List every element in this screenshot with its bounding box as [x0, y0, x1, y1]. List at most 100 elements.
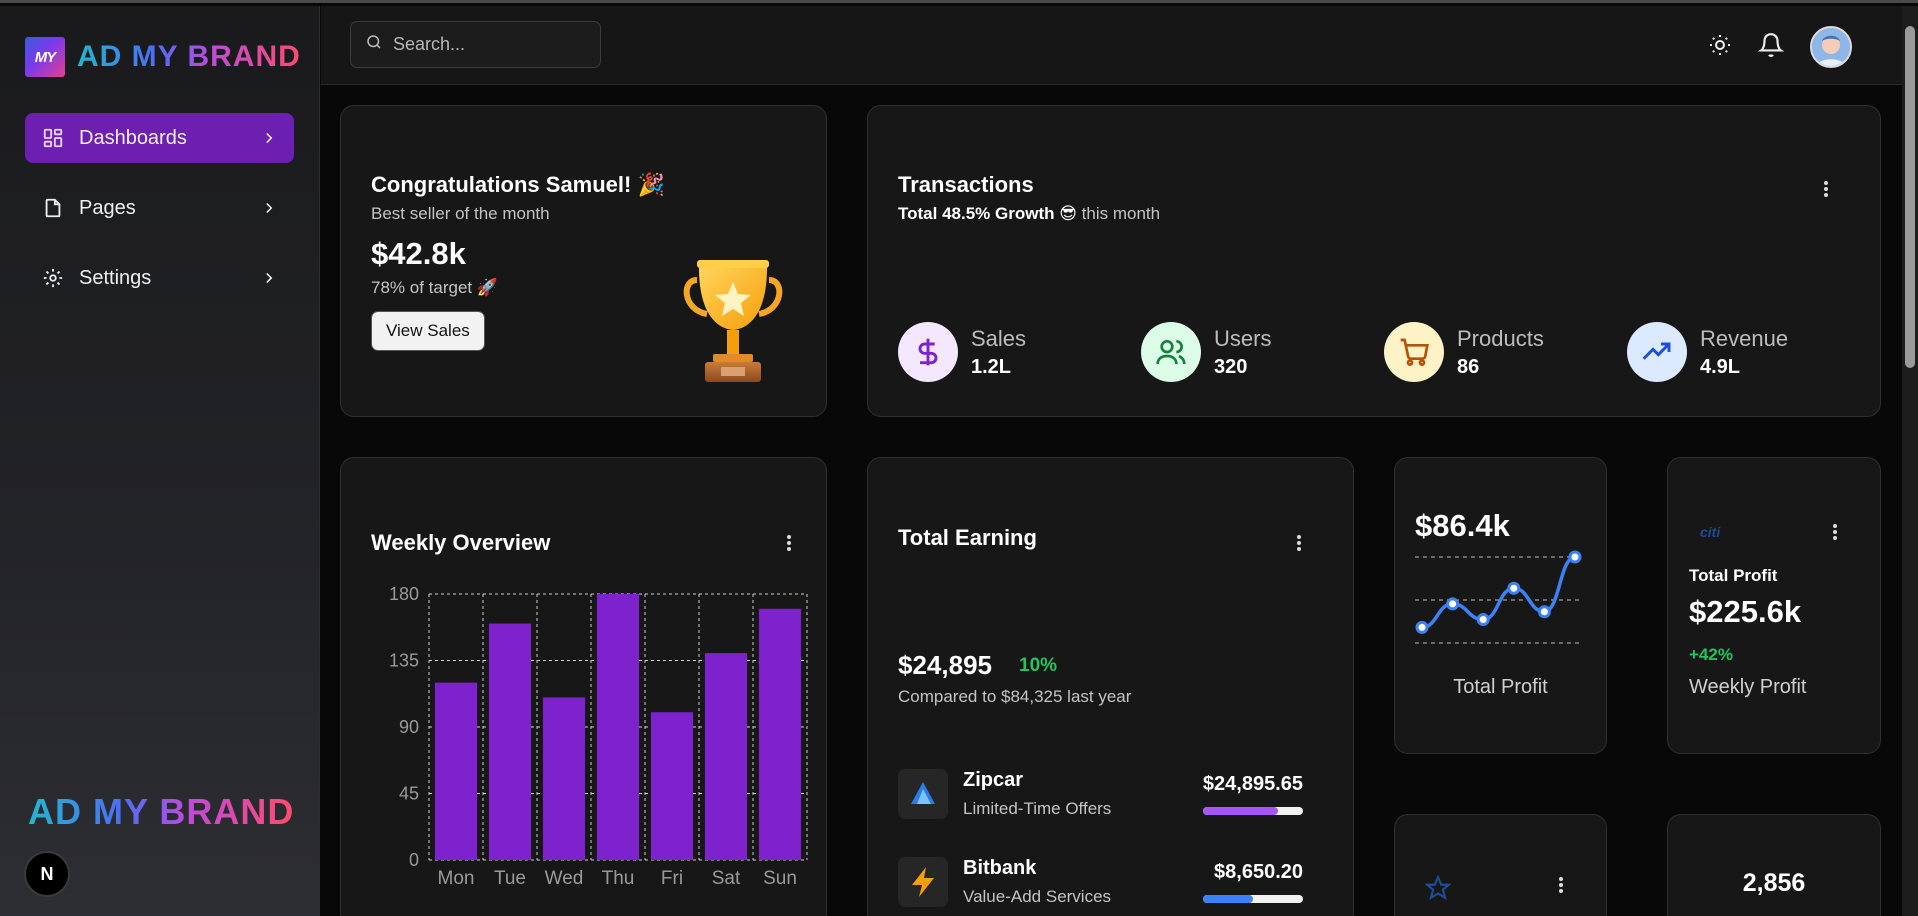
earning-row-name: Bitbank	[963, 857, 1037, 879]
congrats-title: Congratulations Samuel! 🎉	[371, 172, 665, 197]
earning-compare: Compared to $84,325 last year	[898, 687, 1132, 706]
stat-value: 4.9L	[1700, 355, 1741, 378]
app-window: MY AD MY BRAND Dashboards Pages Settings…	[0, 0, 1918, 916]
stat-value: 320	[1214, 355, 1248, 378]
stat-products: Products 86	[1384, 322, 1627, 382]
dashboard-icon	[41, 126, 65, 150]
bar-fri	[650, 712, 694, 860]
view-sales-button[interactable]: View Sales	[371, 311, 485, 351]
weekly-overview-title: Weekly Overview	[371, 530, 551, 555]
total-earning-card: Total Earning $24,895 10% Compared to $8…	[867, 457, 1354, 916]
dollar-icon	[898, 322, 958, 382]
bottom-card-value: 2,856	[1742, 869, 1806, 897]
bar-mon	[434, 682, 478, 860]
stat-label: Revenue	[1700, 325, 1789, 351]
total-profit-label: Total Profit	[1453, 676, 1548, 698]
stat-value: 1.2L	[971, 355, 1012, 378]
y-tick-label: 45	[399, 784, 419, 804]
sun-icon[interactable]	[1708, 33, 1732, 62]
stat-users: Users 320	[1141, 322, 1384, 382]
profit-point	[1507, 581, 1521, 595]
bar-wed	[542, 697, 586, 860]
weekly-profit-growth: +42%	[1689, 645, 1733, 664]
chevron-right-icon	[260, 129, 278, 147]
congrats-target: 78% of target 🚀	[371, 278, 499, 297]
stat-label: Sales	[971, 325, 1027, 351]
weekly-profit-title: Total Profit	[1689, 566, 1778, 585]
bar-thu	[596, 594, 640, 860]
avatar[interactable]	[1810, 26, 1852, 68]
more-vertical-icon[interactable]	[1551, 875, 1571, 895]
progress-fill	[1203, 895, 1253, 903]
page-scrollbar[interactable]	[1902, 6, 1918, 916]
bar-sat	[704, 653, 748, 860]
brand-badge: MY	[25, 37, 65, 77]
sidebar-item-label: Settings	[79, 266, 152, 289]
earning-row-progress	[1203, 895, 1303, 903]
more-vertical-icon[interactable]	[1289, 533, 1309, 553]
profit-point	[1415, 620, 1429, 634]
weekly-profit-label: Weekly Profit	[1689, 676, 1807, 698]
total-profit-card: $86.4k Total Profit	[1394, 457, 1607, 754]
list-item[interactable]: Zipcar Limited-Time Offers $24,895.65	[898, 769, 1303, 821]
zipcar-icon	[898, 769, 948, 819]
sidebar-item-label: Dashboards	[79, 126, 187, 149]
bar-sun	[758, 608, 802, 860]
search-input[interactable]	[393, 34, 593, 55]
more-vertical-icon[interactable]	[1816, 179, 1836, 199]
more-vertical-icon[interactable]	[779, 533, 799, 553]
gear-icon	[41, 266, 65, 290]
profit-line-chart	[1415, 550, 1583, 644]
profit-point	[1476, 613, 1490, 627]
file-icon	[41, 196, 65, 220]
x-tick-label: Fri	[661, 868, 683, 889]
brand-name: AD MY BRAND	[77, 40, 301, 73]
earning-row-sub: Value-Add Services	[963, 887, 1112, 906]
earning-amount: $24,895	[898, 650, 992, 680]
profit-point	[1446, 597, 1460, 611]
header-actions	[1708, 26, 1852, 68]
trend-up-icon	[1627, 322, 1687, 382]
brand-logo[interactable]: MY AD MY BRAND	[25, 37, 301, 77]
transaction-stats: Sales 1.2L Users 320 Products 86 Revenue 4.9…	[898, 322, 1870, 382]
congrats-subtitle: Best seller of the month	[371, 204, 550, 223]
weekly-profit-card: citi Total Profit $225.6k +42% Weekly Pr…	[1667, 457, 1881, 754]
transactions-title: Transactions	[898, 172, 1034, 197]
footer-brand: AD MY BRAND	[28, 791, 295, 832]
search-box[interactable]	[350, 21, 601, 68]
scrollbar-thumb[interactable]	[1905, 26, 1915, 368]
earning-row-sub: Limited-Time Offers	[963, 799, 1112, 818]
earning-row-amount: $24,895.65	[1202, 773, 1303, 795]
growth-value: Total 48.5% Growth 😎	[898, 204, 1077, 223]
sidebar-item-settings[interactable]: Settings	[25, 253, 294, 303]
chevron-right-icon	[260, 199, 278, 217]
stat-sales: Sales 1.2L	[898, 322, 1141, 382]
earning-row-name: Zipcar	[963, 769, 1024, 791]
stat-value: 86	[1457, 355, 1480, 378]
users-icon	[1141, 322, 1201, 382]
sidebar-item-pages[interactable]: Pages	[25, 183, 294, 233]
weekly-profit-value: $225.6k	[1689, 594, 1802, 629]
x-tick-label: Tue	[494, 868, 526, 889]
cart-icon	[1384, 322, 1444, 382]
y-tick-label: 135	[389, 651, 419, 671]
y-tick-label: 90	[399, 717, 419, 737]
top-header	[321, 6, 1902, 85]
star-icon	[1424, 874, 1452, 906]
next-badge[interactable]: N	[24, 851, 70, 897]
y-tick-label: 0	[409, 850, 419, 870]
profit-line	[1421, 555, 1576, 630]
total-earning-title: Total Earning	[898, 525, 1037, 550]
bar-tue	[488, 623, 532, 860]
bell-icon[interactable]	[1757, 32, 1785, 63]
x-tick-label: Wed	[545, 868, 584, 889]
congrats-card: Congratulations Samuel! 🎉 Best seller of…	[340, 105, 827, 417]
stat-label: Users	[1214, 325, 1272, 351]
chevron-right-icon	[260, 269, 278, 287]
list-item[interactable]: Bitbank Value-Add Services $8,650.20	[898, 857, 1303, 909]
y-tick-label: 180	[389, 584, 419, 604]
transactions-growth: Total 48.5% Growth 😎 this month	[898, 204, 1160, 224]
more-vertical-icon[interactable]	[1825, 522, 1845, 542]
sidebar-item-dashboards[interactable]: Dashboards	[25, 113, 294, 163]
x-tick-label: Sat	[712, 868, 741, 889]
